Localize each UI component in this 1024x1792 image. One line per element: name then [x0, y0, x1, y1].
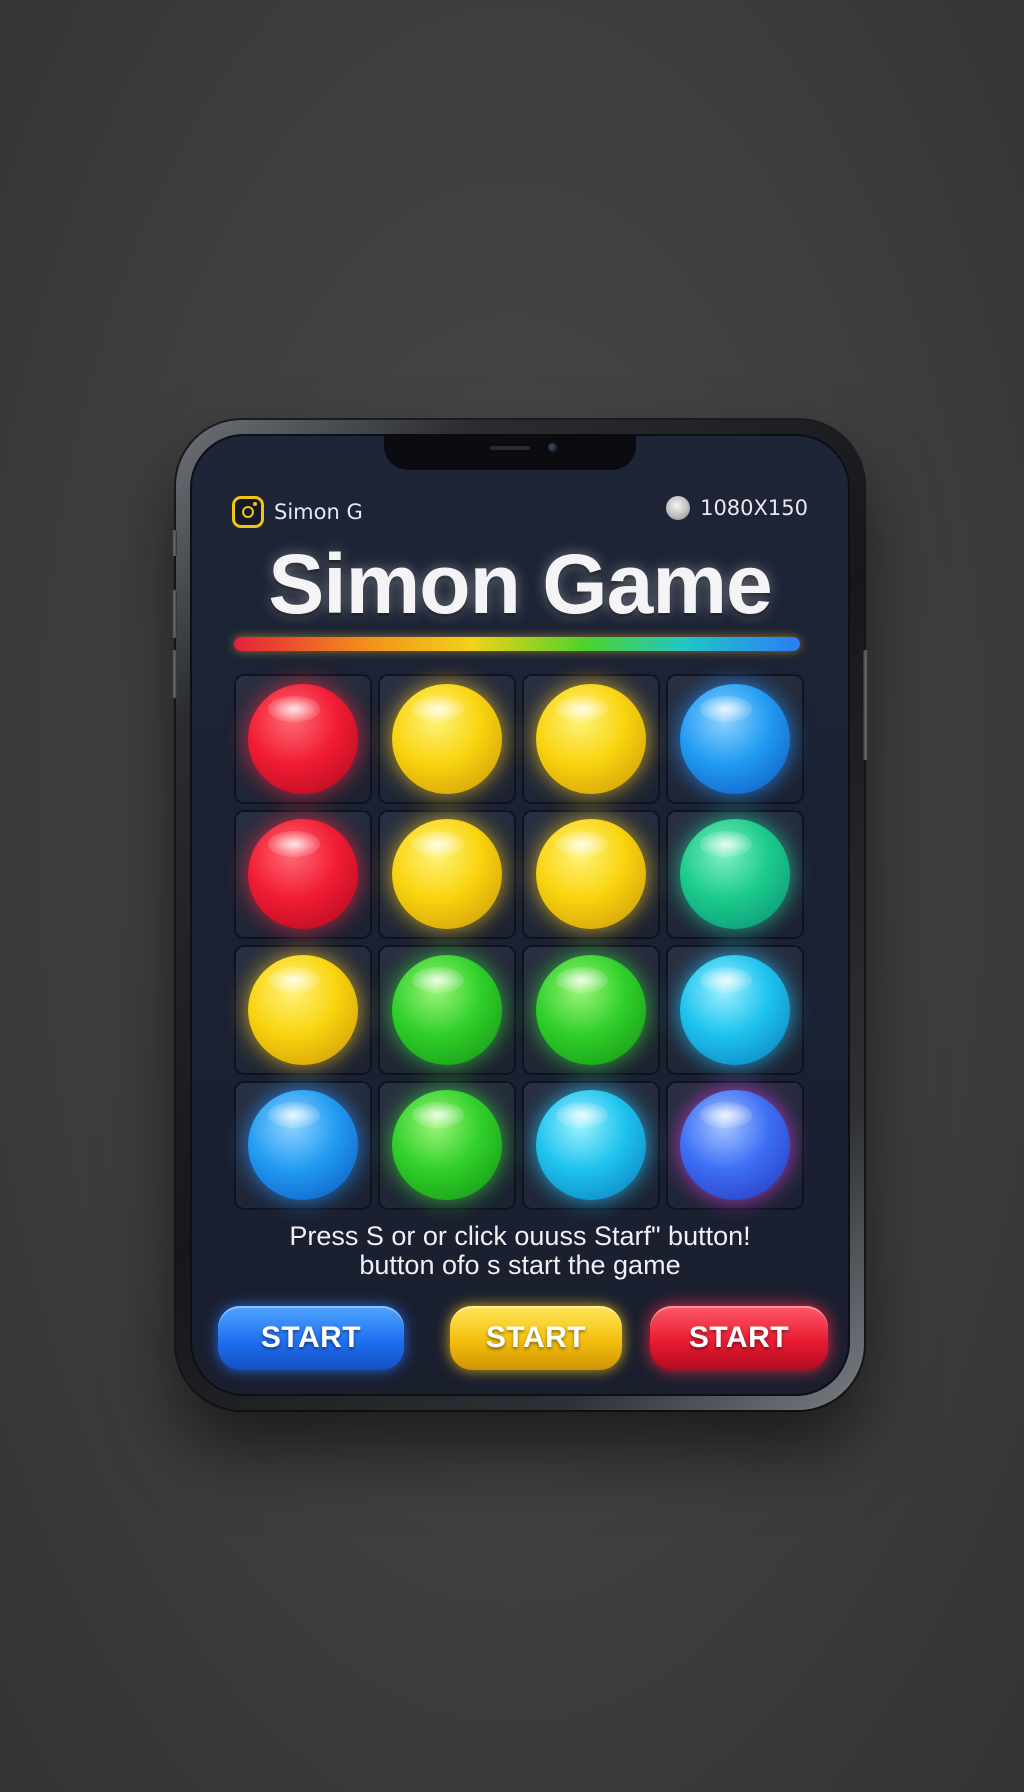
board-cell-0-1[interactable]	[378, 674, 516, 804]
start-button-row: START START START	[218, 1306, 828, 1372]
board-cell-1-3[interactable]	[666, 809, 804, 939]
circle-icon	[666, 496, 691, 520]
board-cell-2-3[interactable]	[666, 945, 804, 1075]
board-cell-1-1[interactable]	[378, 809, 516, 939]
power-button	[863, 650, 868, 760]
yellow-button[interactable]	[536, 683, 646, 794]
teal-button[interactable]	[680, 819, 790, 930]
green-button[interactable]	[536, 954, 646, 1065]
board-cell-0-3[interactable]	[666, 674, 804, 804]
instruction-line-1: Press S or or click ouuss Starf" button!	[289, 1221, 751, 1251]
instruction-line-2: button ofo s start the game	[359, 1250, 681, 1280]
start-button-red[interactable]: START	[650, 1306, 828, 1370]
speaker-grille	[490, 446, 530, 450]
board-cell-3-2[interactable]	[522, 1080, 660, 1210]
volume-down-button	[172, 650, 177, 698]
board-cell-3-3[interactable]	[666, 1080, 804, 1210]
red-button[interactable]	[248, 819, 358, 930]
front-camera	[548, 443, 557, 452]
blue-button[interactable]	[680, 683, 790, 794]
camera-icon	[232, 496, 264, 528]
yellow-button[interactable]	[248, 954, 358, 1065]
instructions: Press S or or click ouuss Starf" button!…	[190, 1222, 850, 1280]
status-bar-left: Simon G	[232, 496, 363, 528]
simon-board	[234, 674, 804, 1210]
start-button-blue[interactable]: START	[218, 1306, 404, 1370]
start-button-yellow[interactable]: START	[450, 1306, 622, 1370]
board-cell-3-1[interactable]	[378, 1080, 516, 1210]
board-cell-1-0[interactable]	[234, 809, 372, 939]
cyan-button[interactable]	[536, 1090, 646, 1201]
progress-bar	[234, 637, 800, 651]
board-cell-2-1[interactable]	[378, 945, 516, 1075]
game-screen: Simon G 1080X150 Simon Game Press S or o…	[190, 434, 850, 1396]
blue-button[interactable]	[248, 1090, 358, 1201]
notch	[384, 434, 636, 470]
app-name: Simon G	[274, 500, 363, 524]
phone-frame: Simon G 1080X150 Simon Game Press S or o…	[172, 420, 868, 1410]
board-cell-0-0[interactable]	[234, 674, 372, 804]
board-cell-2-2[interactable]	[522, 945, 660, 1075]
yellow-button[interactable]	[536, 819, 646, 930]
yellow-button[interactable]	[392, 683, 502, 794]
yellow-button[interactable]	[392, 819, 502, 930]
violet-button[interactable]	[680, 1090, 790, 1201]
green-button[interactable]	[392, 954, 502, 1065]
progress-fill	[234, 637, 800, 651]
volume-up-button	[172, 590, 177, 638]
game-title: Simon Game	[268, 537, 772, 631]
board-cell-2-0[interactable]	[234, 945, 372, 1075]
board-cell-3-0[interactable]	[234, 1080, 372, 1210]
resolution-label: 1080X150	[700, 496, 808, 520]
red-button[interactable]	[248, 683, 358, 794]
cyan-button[interactable]	[680, 954, 790, 1065]
board-cell-1-2[interactable]	[522, 809, 660, 939]
status-bar-right: 1080X150	[666, 496, 808, 520]
board-cell-0-2[interactable]	[522, 674, 660, 804]
green-button[interactable]	[392, 1090, 502, 1201]
side-button	[172, 530, 177, 556]
